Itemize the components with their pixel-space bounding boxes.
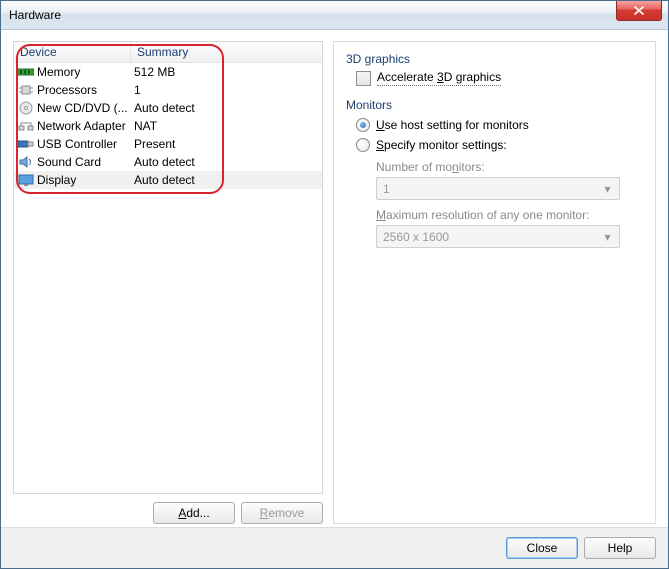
- device-name: Memory: [37, 65, 80, 79]
- device-name: Sound Card: [37, 155, 101, 169]
- select-max-resolution: 2560 x 1600 ▾: [376, 225, 620, 248]
- usb-icon: [18, 137, 34, 151]
- memory-icon: [18, 65, 34, 79]
- device-row[interactable]: Display Auto detect: [14, 171, 322, 189]
- device-name: USB Controller: [37, 137, 117, 151]
- radio-icon: [356, 138, 370, 152]
- disc-icon: [18, 101, 34, 115]
- radio-use-host[interactable]: Use host setting for monitors: [356, 116, 643, 134]
- device-row[interactable]: Memory 512 MB: [14, 63, 322, 81]
- device-name: Network Adapter: [37, 119, 126, 133]
- display-settings-panel: 3D graphics Accelerate 3D graphics Monit…: [333, 41, 656, 524]
- header-device[interactable]: Device: [14, 42, 131, 62]
- label-max-resolution: Maximum resolution of any one monitor:: [376, 208, 643, 222]
- display-icon: [18, 173, 34, 187]
- window-title: Hardware: [9, 8, 61, 22]
- header-summary[interactable]: Summary: [131, 42, 322, 62]
- remove-button[interactable]: Remove: [241, 502, 323, 524]
- device-summary: Auto detect: [128, 155, 322, 169]
- add-button[interactable]: Add...: [153, 502, 235, 524]
- checkbox-icon: [356, 71, 371, 86]
- group-3d-graphics: 3D graphics: [346, 52, 643, 66]
- device-summary: Auto detect: [128, 101, 322, 115]
- label-num-monitors: Number of monitors:: [376, 160, 643, 174]
- device-list[interactable]: Device Summary Memory512 MBProcessors1Ne…: [13, 41, 323, 494]
- device-summary: 1: [128, 83, 322, 97]
- close-button[interactable]: Close: [506, 537, 578, 559]
- device-summary: Auto detect: [128, 173, 322, 187]
- accelerate-3d-checkbox[interactable]: Accelerate 3D graphics: [356, 70, 643, 86]
- dialog-footer: Close Help: [1, 527, 668, 568]
- device-summary: NAT: [128, 119, 322, 133]
- cpu-icon: [18, 83, 34, 97]
- window-close-button[interactable]: [616, 1, 662, 21]
- sound-icon: [18, 155, 34, 169]
- chevron-down-icon: ▾: [600, 229, 615, 244]
- chevron-down-icon: ▾: [600, 181, 615, 196]
- radio-icon: [356, 118, 370, 132]
- device-name: Processors: [37, 83, 97, 97]
- device-list-header: Device Summary: [14, 42, 322, 63]
- help-button[interactable]: Help: [584, 537, 656, 559]
- radio-specify[interactable]: Specify monitor settings:: [356, 136, 643, 154]
- device-row[interactable]: Sound Card Auto detect: [14, 153, 322, 171]
- hardware-dialog: Hardware Device Summary Memory 512 MB Proc…: [0, 0, 669, 569]
- titlebar: Hardware: [1, 1, 668, 30]
- device-summary: 512 MB: [128, 65, 322, 79]
- device-row[interactable]: Network AdapterNAT: [14, 117, 322, 135]
- device-row[interactable]: USB Controller Present: [14, 135, 322, 153]
- group-monitors: Monitors: [346, 98, 643, 112]
- close-icon: [634, 6, 644, 15]
- device-summary: Present: [128, 137, 322, 151]
- network-icon: [18, 119, 34, 133]
- device-row[interactable]: New CD/DVD (...Auto detect: [14, 99, 322, 117]
- device-row[interactable]: Processors 1: [14, 81, 322, 99]
- device-name: New CD/DVD (...: [37, 101, 128, 115]
- select-num-monitors: 1 ▾: [376, 177, 620, 200]
- device-name: Display: [37, 173, 76, 187]
